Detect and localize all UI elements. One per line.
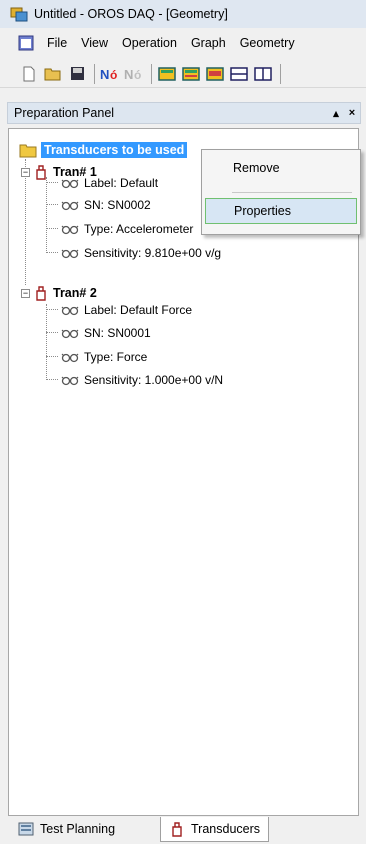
test-planning-icon xyxy=(18,822,34,836)
svg-text:ó: ó xyxy=(134,68,141,81)
remove-menu-item[interactable]: Remove xyxy=(205,155,357,181)
context-menu: Remove Properties xyxy=(201,149,361,235)
transducer-label: Tran# 2 xyxy=(53,286,97,300)
tree-connector xyxy=(46,252,58,253)
tab-label: Test Planning xyxy=(40,822,116,836)
glasses-icon xyxy=(61,201,79,211)
tab-test-planning[interactable]: Test Planning xyxy=(10,817,124,841)
pin-icon[interactable]: ▴ xyxy=(328,107,344,120)
toolbar-separator xyxy=(94,63,95,84)
tree-leaf-label[interactable]: Label: Default xyxy=(61,174,158,192)
menu-view[interactable]: View xyxy=(74,36,115,50)
panel-tabs: Test Planning Transducers xyxy=(10,817,360,842)
app-icon xyxy=(10,6,28,22)
toolbar-separator xyxy=(280,63,281,84)
root-label[interactable]: Transducers to be used xyxy=(41,142,188,158)
tree-connector xyxy=(46,204,58,205)
folder-icon xyxy=(19,144,37,157)
glasses-icon xyxy=(61,179,79,189)
no-disabled-icon: Nó xyxy=(123,63,145,85)
transducer-icon xyxy=(36,165,46,180)
glasses-icon xyxy=(61,249,79,259)
close-icon[interactable]: × xyxy=(344,107,360,119)
prop-text: Label: Default Force xyxy=(84,303,193,317)
svg-text:ó: ó xyxy=(110,68,117,81)
prop-text: SN: SN0001 xyxy=(84,326,151,340)
menu-operation[interactable]: Operation xyxy=(115,36,184,50)
glasses-icon xyxy=(61,329,79,339)
menu-file[interactable]: File xyxy=(40,36,74,50)
tab-label: Transducers xyxy=(191,822,261,836)
tree-connector xyxy=(46,228,58,229)
preparation-panel-header: Preparation Panel ▴ × xyxy=(7,102,361,124)
prop-text: Type: Accelerometer xyxy=(84,222,194,236)
collapse-icon[interactable]: − xyxy=(21,288,30,298)
tree-connector xyxy=(46,309,58,310)
tree-leaf-type[interactable]: Type: Force xyxy=(61,348,147,366)
menu-bar: File View Operation Graph Geometry xyxy=(0,30,366,56)
panel-title: Preparation Panel xyxy=(14,106,115,120)
svg-text:N: N xyxy=(100,67,109,81)
glasses-icon xyxy=(61,376,79,386)
open-icon[interactable] xyxy=(42,63,64,85)
prop-text: Sensitivity: 9.810e+00 v/g xyxy=(84,246,222,260)
document-icon[interactable] xyxy=(18,35,34,51)
tree-connector xyxy=(46,182,58,183)
tree-leaf-label[interactable]: Label: Default Force xyxy=(61,301,192,319)
split-horizontal-icon[interactable] xyxy=(228,63,250,85)
svg-text:N: N xyxy=(124,67,133,81)
transducer-icon xyxy=(36,286,46,301)
tab-transducers[interactable]: Transducers xyxy=(160,817,270,842)
toolbar-separator xyxy=(151,63,152,84)
prop-text: SN: SN0002 xyxy=(84,198,151,212)
layout-1-icon[interactable] xyxy=(156,63,178,85)
properties-menu-item[interactable]: Properties xyxy=(205,198,357,224)
no-icon[interactable]: Nó xyxy=(99,63,121,85)
tree-connector xyxy=(46,304,47,380)
glasses-icon xyxy=(61,306,79,316)
tree-root[interactable]: Transducers to be used xyxy=(19,141,188,159)
tree-leaf-sensitivity[interactable]: Sensitivity: 9.810e+00 v/g xyxy=(61,244,221,262)
title-bar: Untitled - OROS DAQ - [Geometry] xyxy=(0,0,366,28)
prop-text: Type: Force xyxy=(84,350,148,364)
glasses-icon xyxy=(61,225,79,235)
tree-connector xyxy=(46,332,58,333)
window-title: Untitled - OROS DAQ - [Geometry] xyxy=(34,7,228,21)
tree-leaf-type[interactable]: Type: Accelerometer xyxy=(61,220,193,238)
menu-graph[interactable]: Graph xyxy=(184,36,233,50)
tree-connector xyxy=(46,379,58,380)
new-icon[interactable] xyxy=(18,63,40,85)
tree-node-tran-2[interactable]: − Tran# 2 xyxy=(21,284,97,302)
menu-geometry[interactable]: Geometry xyxy=(233,36,302,50)
split-vertical-icon[interactable] xyxy=(252,63,274,85)
tree-connector xyxy=(46,177,47,253)
layout-3-icon[interactable] xyxy=(204,63,226,85)
prop-text: Sensitivity: 1.000e+00 v/N xyxy=(84,373,224,387)
tree-leaf-sn[interactable]: SN: SN0002 xyxy=(61,196,151,214)
collapse-icon[interactable]: − xyxy=(21,167,30,177)
glasses-icon xyxy=(61,353,79,363)
tree-connector xyxy=(46,356,58,357)
tree-leaf-sensitivity[interactable]: Sensitivity: 1.000e+00 v/N xyxy=(61,371,223,389)
transducer-icon xyxy=(172,822,182,837)
layout-2-icon[interactable] xyxy=(180,63,202,85)
prop-text: Label: Default xyxy=(84,176,159,190)
save-icon[interactable] xyxy=(66,63,88,85)
tree-leaf-sn[interactable]: SN: SN0001 xyxy=(61,324,151,342)
toolbar: Nó Nó xyxy=(0,60,366,88)
menu-separator xyxy=(232,192,352,193)
